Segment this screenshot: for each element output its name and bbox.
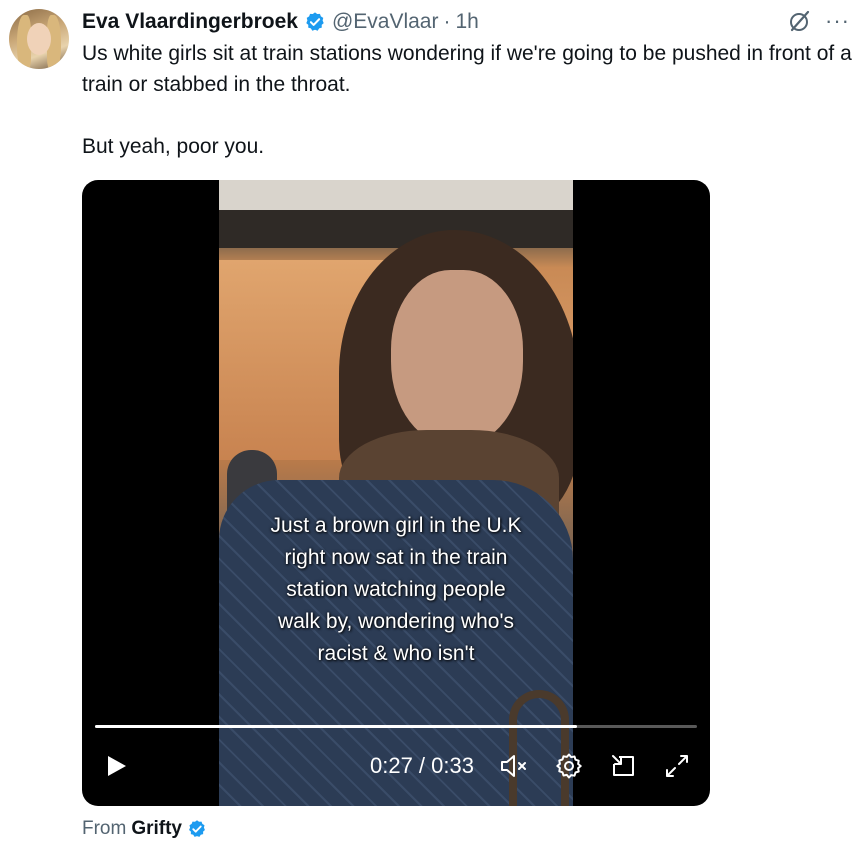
caption-line: Just a brown girl in the U.K (270, 514, 522, 537)
verified-badge-icon (189, 820, 205, 837)
source-prefix: From (82, 818, 127, 839)
tweet-header: Eva Vlaardingerbroek @EvaVlaar · 1h (82, 8, 479, 36)
video-timecode: 0:27 / 0:33 (370, 753, 474, 778)
video-progress-bar[interactable] (95, 725, 697, 728)
fullscreen-icon[interactable] (663, 752, 691, 780)
caption-line: walk by, wondering who's (278, 610, 514, 633)
grok-icon[interactable] (787, 8, 813, 34)
tweet-paragraph: But yeah, poor you. (82, 135, 265, 158)
author-name[interactable]: Eva Vlaardingerbroek (82, 10, 298, 34)
video-source-attribution: From Grifty (82, 818, 207, 840)
video-controls: 0:27 / 0:33 (82, 746, 710, 786)
separator-dot: · (443, 10, 451, 33)
tweet-text: Us white girls sit at train stations won… (82, 38, 852, 162)
caption-line: right now sat in the train (284, 546, 508, 569)
picture-in-picture-icon[interactable] (609, 752, 637, 780)
author-avatar[interactable] (9, 9, 69, 69)
verified-badge-icon (306, 12, 324, 31)
settings-icon[interactable] (555, 752, 583, 780)
more-options-icon[interactable]: ··· (825, 10, 850, 32)
tweet-paragraph: Us white girls sit at train stations won… (82, 42, 852, 96)
play-icon[interactable] (104, 754, 128, 778)
top-actions: ··· (787, 8, 850, 34)
author-handle[interactable]: @EvaVlaar (332, 10, 439, 34)
video-progress-fill (95, 725, 577, 728)
caption-line: station watching people (286, 578, 506, 601)
video-player[interactable]: Just a brown girl in the U.K right now s… (82, 180, 710, 806)
post-timestamp[interactable]: 1h (455, 10, 478, 34)
mute-icon[interactable] (499, 753, 529, 779)
video-frame (219, 180, 573, 806)
video-caption: Just a brown girl in the U.K right now s… (219, 510, 573, 670)
caption-line: racist & who isn't (317, 642, 475, 665)
source-account-link[interactable]: Grifty (131, 818, 182, 840)
